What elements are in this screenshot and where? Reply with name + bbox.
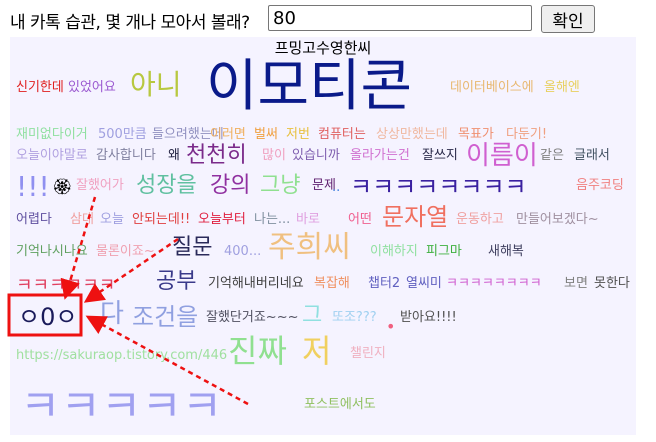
cloud-word: 피그마 bbox=[426, 244, 462, 259]
cloud-word: 복잡해 bbox=[314, 276, 350, 291]
cloud-word: https://sakuraop.tistory.com/446 bbox=[16, 348, 228, 363]
cloud-word: 바로 bbox=[296, 212, 320, 227]
cloud-word: 아니 bbox=[130, 68, 182, 101]
cloud-word: 포스트에서도 bbox=[304, 397, 376, 412]
cloud-word: 그냥 bbox=[260, 173, 301, 198]
cloud-word: 있습니까 bbox=[292, 148, 340, 163]
cloud-word: 보면 bbox=[564, 276, 588, 291]
cloud-word: .. bbox=[332, 180, 341, 195]
cloud-word: 안되는데!! bbox=[132, 212, 191, 227]
cloud-word: 문자열 bbox=[382, 203, 449, 231]
cloud-word: ㅇ0ㅇ bbox=[18, 303, 78, 331]
cloud-word: 강의 bbox=[210, 173, 251, 198]
cloud-word: 신기한데 bbox=[16, 80, 64, 95]
cloud-word: 어렵다 bbox=[16, 212, 52, 227]
cloud-word: 열씨미 bbox=[406, 276, 442, 291]
cloud-word: 잘했단거죠~~~ bbox=[206, 310, 299, 325]
cloud-word: 기억나시나요 bbox=[16, 244, 88, 259]
cloud-word: 벌써 bbox=[254, 127, 278, 142]
cloud-word: 공부 bbox=[156, 269, 197, 294]
cloud-word: 다 bbox=[100, 299, 124, 329]
cloud-word: 어떤 bbox=[348, 212, 372, 227]
count-prompt-label: 내 카톡 습관, 몇 개나 모아서 볼래? bbox=[10, 13, 250, 33]
word-count-input[interactable] bbox=[268, 5, 532, 31]
cloud-word: 챕터2 bbox=[368, 276, 401, 291]
cloud-word: 물론이죠~ bbox=[96, 244, 155, 259]
cloud-word: 기억해내버리네요 bbox=[208, 276, 304, 291]
cloud-word: ㅋㅋㅋㅋㅋㅋㅋㅋ bbox=[350, 173, 527, 201]
cloud-word: 감사합니다 bbox=[96, 148, 156, 163]
cloud-word: 목표가 bbox=[458, 127, 494, 142]
confirm-button[interactable]: 확인 bbox=[541, 5, 595, 33]
cloud-word: 오늘 bbox=[100, 212, 124, 227]
cloud-word: ㅋㅋㅋㅋㅋ bbox=[20, 381, 223, 432]
cloud-word: 500만큼 bbox=[98, 127, 147, 142]
cloud-word: 재미없다이거 bbox=[16, 127, 88, 142]
cloud-word: 나는... bbox=[254, 212, 291, 227]
word-cloud: 프밍고수영한씨 신기한데 있었어요 아니 이모티콘 데이터베이스에 올해엔 재미없다이거 50… bbox=[10, 37, 636, 435]
cloud-word: 상상만했는데 bbox=[376, 127, 448, 142]
cloud-word: 오늘부터 bbox=[198, 212, 246, 227]
cloud-word: 데이터베이스에 bbox=[450, 80, 534, 95]
cloud-word: 음주코딩 bbox=[576, 178, 624, 193]
top-bar: 내 카톡 습관, 몇 개나 모아서 볼래? 확인 bbox=[0, 0, 656, 36]
cloud-word: 챌린지 bbox=[350, 346, 386, 361]
cloud-word: 왜 bbox=[168, 148, 180, 163]
cloud-word: 삼대 bbox=[70, 212, 94, 227]
cloud-word: 만들어보겠다~ bbox=[516, 212, 599, 227]
cloud-word: 받아요!!!! bbox=[400, 310, 457, 325]
cloud-word: 이해하지 bbox=[370, 244, 418, 259]
cloud-word: 질문 bbox=[172, 235, 213, 260]
cloud-word: 새해복 bbox=[488, 244, 524, 259]
cloud-word: 못한다 bbox=[594, 276, 630, 291]
cloud-word: 올해엔 bbox=[544, 80, 580, 95]
cloud-word: 이러면 bbox=[210, 127, 246, 142]
cloud-word: 이름이 bbox=[466, 141, 538, 171]
cloud-word: 오늘이야말로 bbox=[16, 148, 88, 163]
cloud-word: 주희씨 bbox=[268, 230, 351, 265]
cloud-word: 성장을 bbox=[136, 173, 197, 198]
cloud-word: 같은 bbox=[540, 148, 564, 163]
cloud-word: 저번 bbox=[286, 127, 310, 142]
cloud-word: 또조??? bbox=[332, 310, 377, 325]
cloud-word: 잘쓰지 bbox=[422, 148, 458, 163]
cloud-word: !!! bbox=[16, 170, 50, 203]
dot-icon: • bbox=[386, 317, 396, 336]
cloud-word: 운동하고 bbox=[456, 212, 504, 227]
gift-emoji-icon: 🏵 bbox=[52, 177, 73, 196]
cloud-word: 천천히 bbox=[186, 143, 247, 168]
cloud-word: 저 bbox=[302, 332, 332, 370]
cloud-word: 이모티콘 bbox=[206, 54, 413, 119]
cloud-word: 400... bbox=[224, 244, 262, 259]
cloud-word: 그 bbox=[302, 303, 323, 328]
cloud-word: 많이 bbox=[262, 148, 286, 163]
cloud-word: 진짜 bbox=[228, 332, 287, 370]
cloud-word: 글래서 bbox=[574, 148, 610, 163]
cloud-word: 컴퓨터는 bbox=[318, 127, 366, 142]
cloud-word: ㅋㅋㅋㅋㅋㅋ bbox=[16, 275, 116, 296]
cloud-word: 조건을 bbox=[132, 303, 199, 331]
cloud-word: 잘했어가 bbox=[76, 178, 124, 193]
cloud-word: 다둔기! bbox=[506, 127, 548, 142]
cloud-word: 올라가는건 bbox=[350, 148, 410, 163]
cloud-word: 있었어요 bbox=[68, 80, 116, 95]
cloud-word: ㅋㅋㅋㅋㅋㅋㅋㅋ bbox=[446, 276, 542, 291]
